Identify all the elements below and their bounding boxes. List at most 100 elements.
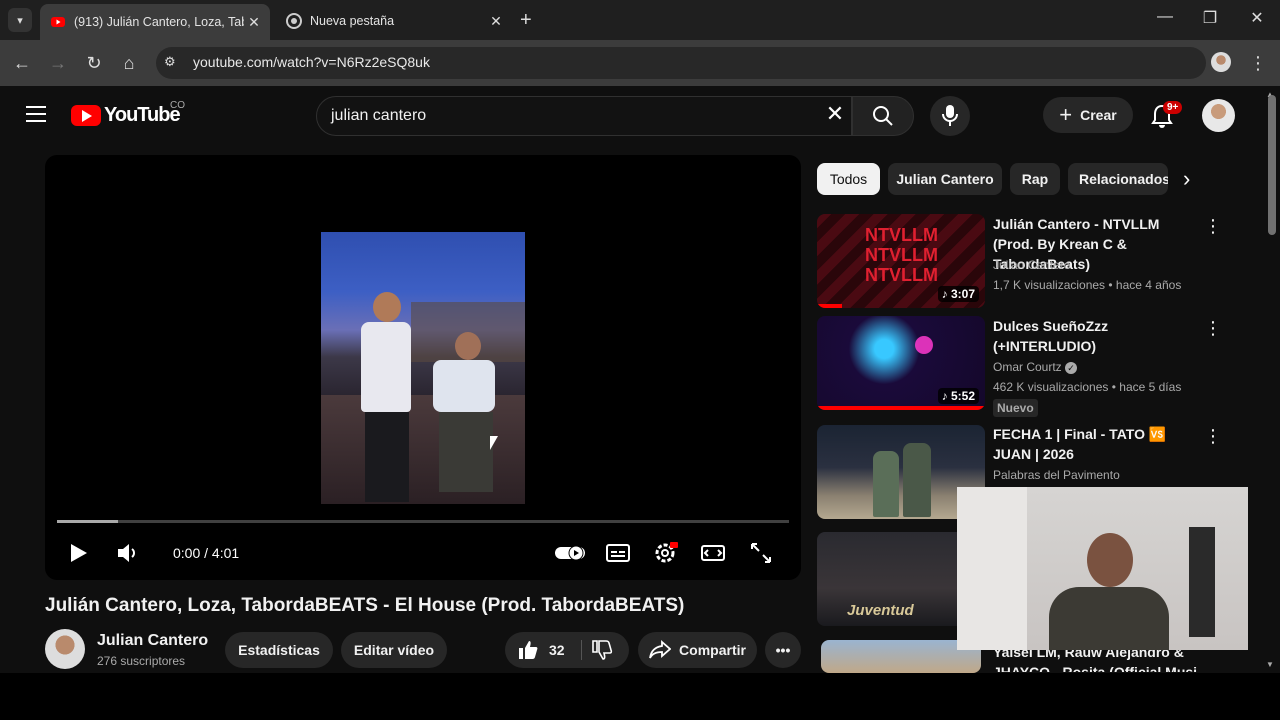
site-info-icon[interactable]: ⚙ <box>164 54 182 72</box>
share-icon <box>649 640 672 659</box>
create-button[interactable]: + Crear <box>1043 97 1133 133</box>
rec-channel[interactable]: Julian Cantero <box>993 258 1070 272</box>
subscriber-count: 276 suscriptores <box>97 654 186 668</box>
like-icon[interactable] <box>517 639 539 661</box>
chip-label: Julian Cantero <box>896 171 994 187</box>
chip-rap[interactable]: Rap <box>1010 163 1060 195</box>
clear-search-icon[interactable]: ✕ <box>822 101 848 127</box>
bottom-letterbox <box>0 673 1280 720</box>
guide-menu-icon[interactable] <box>26 106 46 127</box>
home-icon[interactable]: ⌂ <box>118 52 140 74</box>
video-frame <box>321 232 525 504</box>
restore-icon[interactable]: ❐ <box>1198 8 1222 28</box>
webcam-wall <box>957 487 1027 650</box>
new-badge: Nuevo <box>993 399 1038 417</box>
back-arrow-icon[interactable]: ← <box>11 52 33 74</box>
more-horizontal-icon: ••• <box>775 642 791 658</box>
webcam-overlay <box>957 487 1248 650</box>
country-code: CO <box>170 100 185 111</box>
browser-tab-active[interactable]: (913) Julián Cantero, Loza, Tabo ✕ <box>40 4 270 40</box>
rec-thumbnail[interactable]: NTVLLM NTVLLM NTVLLM ♪ 3:07 <box>817 214 985 308</box>
more-vertical-icon[interactable]: ⋮ <box>1204 216 1222 237</box>
time-display: 0:00 / 4:01 <box>173 545 240 561</box>
more-vertical-icon[interactable]: ⋮ <box>1204 318 1222 339</box>
scroll-down-icon[interactable]: ▼ <box>1266 660 1274 669</box>
chip-label: Todos <box>829 171 868 187</box>
reload-icon[interactable]: ↻ <box>83 52 105 74</box>
like-dislike-group: 32 <box>505 632 629 668</box>
theater-mode-icon[interactable] <box>700 540 726 566</box>
chip-relacionados[interactable]: Relacionados <box>1068 163 1168 195</box>
chip-todos[interactable]: Todos <box>817 163 880 195</box>
search-query: julian cantero <box>331 107 427 124</box>
rec-thumb-text: NTVLLM <box>865 265 938 285</box>
dislike-icon[interactable] <box>591 639 613 661</box>
rec-channel[interactable]: Palabras del Pavimento <box>993 468 1120 482</box>
rec-channel[interactable]: Omar Courtz ✓ <box>993 360 1078 374</box>
mouse-cursor-icon <box>490 436 498 450</box>
youtube-logo[interactable]: YouTube <box>71 104 181 127</box>
subtitles-icon[interactable] <box>605 540 631 566</box>
video-scene-person <box>351 292 413 502</box>
microphone-icon <box>942 105 958 126</box>
forward-arrow-icon[interactable]: → <box>47 52 69 74</box>
youtube-play-icon <box>71 105 101 126</box>
rec-thumb-person <box>873 451 899 517</box>
rec-thumb-text: NTVLLM <box>865 225 938 245</box>
statistics-button[interactable]: Estadísticas <box>225 632 333 668</box>
share-button[interactable]: Compartir <box>638 632 757 668</box>
search-button[interactable] <box>852 96 914 136</box>
like-divider <box>581 640 582 660</box>
voice-search-button[interactable] <box>930 96 970 136</box>
progress-bar[interactable] <box>57 520 789 523</box>
chevron-right-icon[interactable]: › <box>1183 166 1190 192</box>
watched-progress <box>817 406 985 410</box>
duration-badge: ♪ 5:52 <box>937 388 979 404</box>
chip-label: Relacionados <box>1079 171 1168 187</box>
edit-video-button[interactable]: Editar vídeo <box>341 632 447 668</box>
rec-thumb-glow <box>915 336 933 354</box>
logo-text: YouTube <box>104 104 181 126</box>
account-avatar[interactable] <box>1202 99 1235 132</box>
create-label: Crear <box>1080 107 1117 123</box>
fullscreen-icon[interactable] <box>748 540 774 566</box>
tab-close-icon[interactable]: ✕ <box>244 14 264 31</box>
url-text: youtube.com/watch?v=N6Rz2eSQ8uk <box>193 54 430 70</box>
minimize-icon[interactable]: — <box>1153 8 1177 26</box>
browser-menu-icon[interactable]: ⋮ <box>1247 52 1269 74</box>
autoplay-toggle[interactable] <box>554 540 586 566</box>
rec-title[interactable]: Dulces SueñoZzz (+INTERLUDIO) <box>993 316 1203 356</box>
video-scene-person <box>433 332 503 502</box>
close-window-icon[interactable]: ✕ <box>1245 8 1269 28</box>
channel-name[interactable]: Julian Cantero <box>97 632 208 650</box>
tab-title: Nueva pestaña <box>310 14 395 28</box>
profile-avatar[interactable] <box>1211 52 1233 74</box>
play-icon[interactable] <box>65 540 91 566</box>
edit-video-label: Editar vídeo <box>353 642 435 658</box>
duration-badge: ♪ 3:07 <box>937 286 979 302</box>
channel-avatar[interactable] <box>45 629 85 669</box>
rec-thumb-person <box>903 443 931 517</box>
chrome-icon <box>286 13 302 29</box>
volume-icon[interactable] <box>115 540 141 566</box>
tab-search-button[interactable]: ▾ <box>8 8 32 32</box>
page-scrollbar[interactable] <box>1268 95 1276 235</box>
browser-tab-inactive[interactable]: Nueva pestaña ✕ <box>276 6 512 36</box>
more-actions-button[interactable]: ••• <box>765 632 801 668</box>
tab-close-icon[interactable]: ✕ <box>486 13 506 30</box>
new-tab-icon[interactable]: + <box>520 9 532 32</box>
progress-loaded <box>57 520 118 523</box>
share-label: Compartir <box>679 642 746 658</box>
like-count: 32 <box>549 642 565 658</box>
rec-meta: 462 K visualizaciones • hace 5 días <box>993 380 1182 394</box>
settings-gear-icon[interactable] <box>652 540 678 566</box>
rec-title[interactable]: FECHA 1 | Final - TATO 🆚 JUAN | 2026 <box>993 424 1203 464</box>
chip-julian-cantero[interactable]: Julian Cantero <box>888 163 1002 195</box>
rec-thumbnail[interactable]: ♪ 5:52 <box>817 316 985 410</box>
more-vertical-icon[interactable]: ⋮ <box>1204 426 1222 447</box>
plus-icon: + <box>1059 102 1073 127</box>
notifications-badge: 9+ <box>1163 101 1183 114</box>
rec-thumb-text: NTVLLM <box>865 245 938 265</box>
tab-title: (913) Julián Cantero, Loza, Tabo <box>74 15 244 29</box>
watched-progress <box>817 304 842 308</box>
